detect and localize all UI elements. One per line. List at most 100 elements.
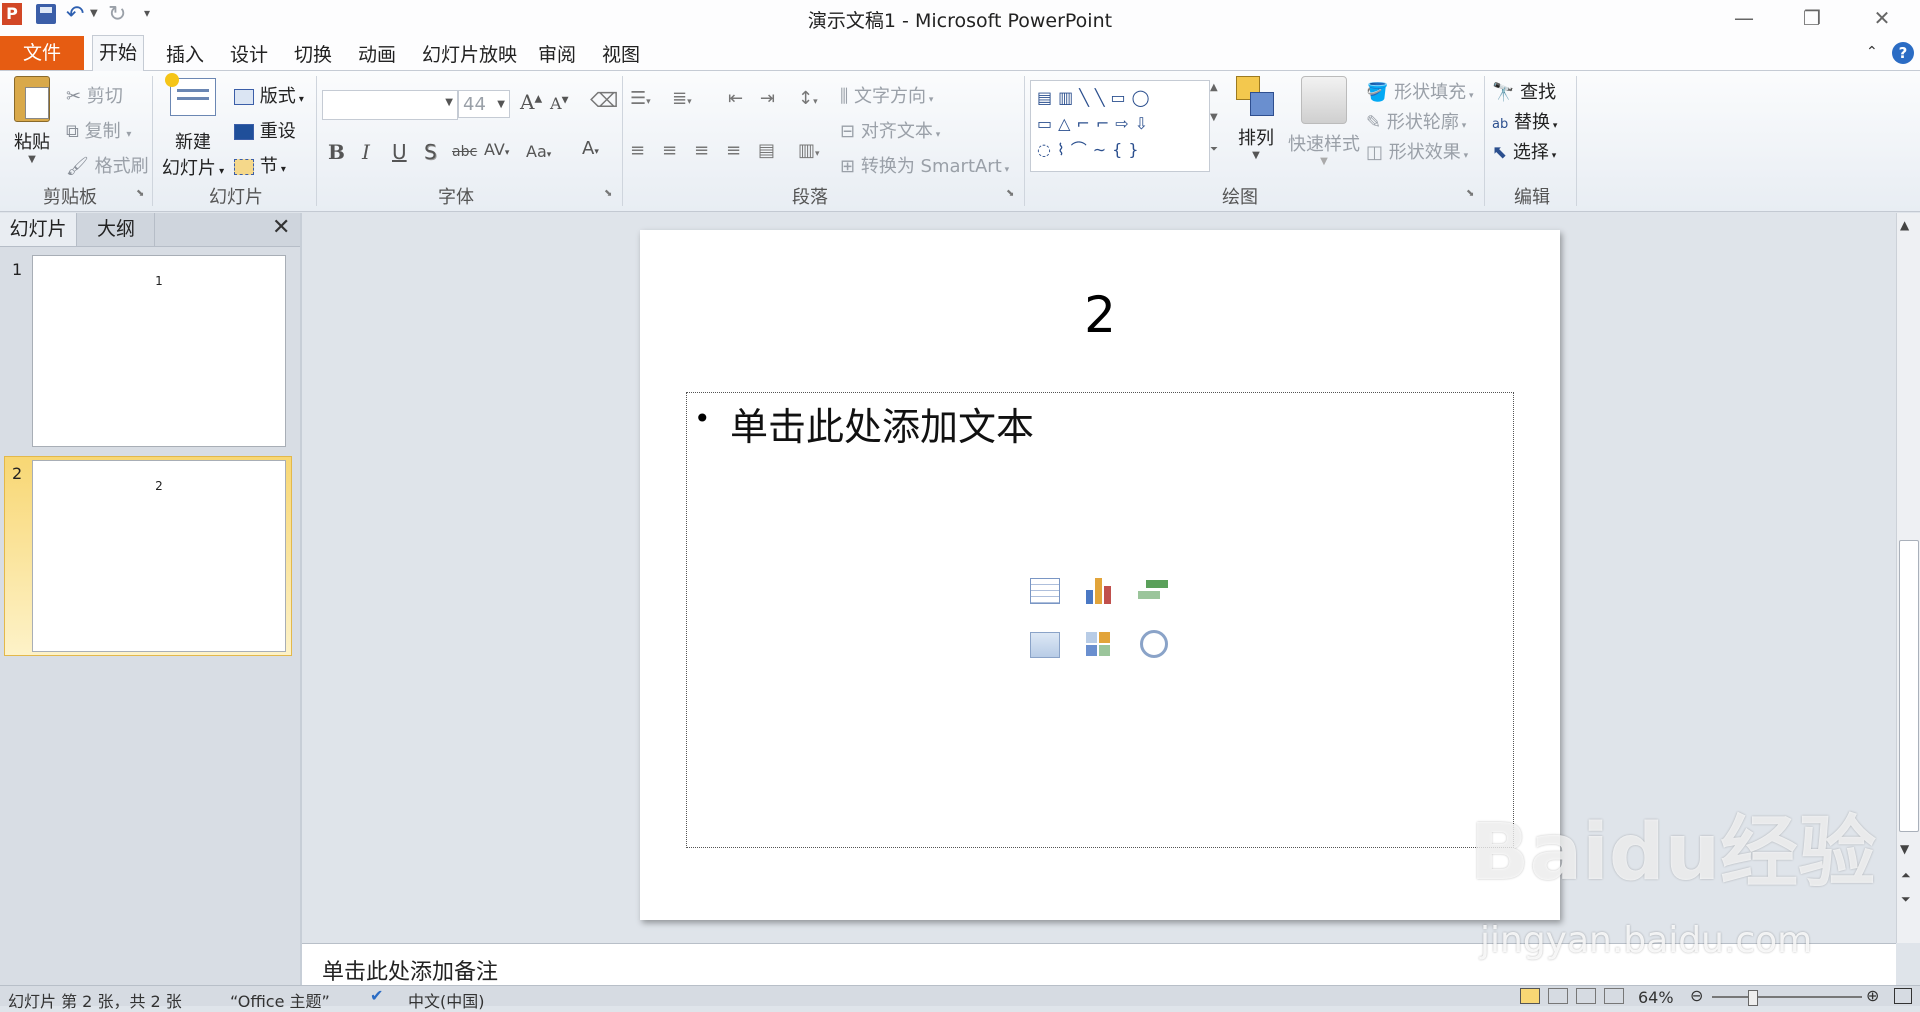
font-name-select[interactable]: ▼: [322, 90, 458, 120]
clear-format-icon[interactable]: ⌫: [590, 88, 618, 112]
bold-icon[interactable]: B: [328, 140, 345, 164]
columns-icon[interactable]: ▥▾: [798, 140, 820, 161]
zoom-slider-thumb[interactable]: [1748, 990, 1758, 1006]
help-icon[interactable]: ?: [1892, 42, 1914, 64]
arrange-label: 排列: [1238, 128, 1274, 149]
close-pane-icon[interactable]: ✕: [272, 215, 290, 240]
body-placeholder-text[interactable]: 单击此处添加文本: [730, 396, 1034, 451]
underline-icon[interactable]: U: [392, 140, 407, 164]
tab-outline[interactable]: 大纲: [78, 213, 155, 246]
paragraph-launcher-icon[interactable]: ⬊: [1006, 188, 1014, 199]
tab-slides[interactable]: 幻灯片: [0, 213, 77, 246]
quick-styles-button[interactable]: 快速样式 ▼: [1286, 76, 1362, 167]
numbering-icon[interactable]: ≣▾: [672, 88, 692, 109]
justify-icon[interactable]: ≡: [726, 140, 741, 161]
font-size-value: 44: [463, 94, 486, 115]
italic-icon[interactable]: I: [362, 140, 370, 164]
align-center-icon[interactable]: ≡: [662, 140, 677, 161]
convert-smartart-button[interactable]: ⊞ 转换为 SmartArt ▾: [840, 152, 1009, 178]
scroll-down-icon[interactable]: ▼: [1900, 842, 1909, 856]
strikethrough-icon[interactable]: abc: [452, 144, 477, 160]
shape-effects-button[interactable]: ◫ 形状效果 ▾: [1366, 138, 1468, 164]
previous-slide-icon[interactable]: ⏶: [1901, 868, 1911, 883]
insert-chart-icon[interactable]: [1084, 576, 1114, 604]
slideshow-view-icon[interactable]: [1604, 988, 1624, 1004]
shrink-font-icon[interactable]: A▼: [550, 94, 568, 113]
tab-home[interactable]: 开始: [92, 35, 145, 72]
tab-slideshow[interactable]: 幻灯片放映: [416, 40, 523, 70]
spell-check-icon[interactable]: ✔: [370, 986, 383, 1005]
slide-sorter-icon[interactable]: [1548, 988, 1568, 1004]
cut-button[interactable]: ✂ 剪切: [66, 82, 123, 108]
char-spacing-icon[interactable]: AV▾: [484, 140, 509, 159]
fit-to-window-icon[interactable]: [1894, 988, 1912, 1004]
shadow-icon[interactable]: S: [424, 140, 437, 164]
tab-insert[interactable]: 插入: [160, 40, 210, 70]
new-slide-button[interactable]: 新建 幻灯片 ▾: [158, 73, 228, 180]
align-left-icon[interactable]: ≡: [630, 140, 645, 161]
arrange-button[interactable]: 排列 ▼: [1228, 76, 1284, 161]
distribute-icon[interactable]: ▤: [758, 140, 775, 161]
font-launcher-icon[interactable]: ⬊: [604, 188, 612, 199]
reading-view-icon[interactable]: [1576, 988, 1596, 1004]
font-size-select[interactable]: 44 ▼: [458, 90, 510, 118]
tab-design[interactable]: 设计: [224, 40, 274, 70]
slide-thumbnail-2[interactable]: 2: [32, 460, 286, 652]
insert-clipart-icon[interactable]: [1086, 632, 1112, 658]
shapes-scroll-down-icon[interactable]: ▼: [1210, 112, 1218, 123]
layout-button[interactable]: 版式 ▾: [234, 82, 304, 108]
increase-indent-icon[interactable]: ⇥: [760, 88, 775, 109]
grow-font-icon[interactable]: A▲: [520, 90, 542, 114]
insert-picture-icon[interactable]: [1030, 632, 1060, 658]
shapes-scroll-up-icon[interactable]: ▲: [1210, 82, 1218, 93]
shape-outline-button[interactable]: ✎ 形状轮廓 ▾: [1366, 108, 1466, 134]
drawing-launcher-icon[interactable]: ⬊: [1466, 188, 1474, 199]
select-button[interactable]: ⬉ 选择 ▾: [1492, 138, 1556, 164]
body-placeholder[interactable]: [686, 392, 1514, 848]
shape-fill-button[interactable]: 🪣 形状填充 ▾: [1366, 78, 1474, 104]
insert-table-icon[interactable]: [1030, 578, 1060, 604]
text-direction-button[interactable]: ⫼ 文字方向 ▾: [840, 82, 933, 108]
insert-media-icon[interactable]: [1140, 630, 1168, 658]
status-language[interactable]: 中文(中国): [408, 988, 485, 1012]
minimize-ribbon-icon[interactable]: ⌃: [1866, 44, 1878, 60]
tab-animations[interactable]: 动画: [352, 40, 402, 70]
restore-button[interactable]: ❐: [1782, 2, 1842, 34]
scroll-up-icon[interactable]: ▲: [1900, 218, 1909, 232]
section-button[interactable]: 节 ▾: [234, 152, 286, 178]
decrease-indent-icon[interactable]: ⇤: [728, 88, 743, 109]
copy-button[interactable]: ⧉ 复制 ▾: [66, 117, 131, 143]
slide-title[interactable]: 2: [640, 286, 1560, 344]
paste-button[interactable]: 粘贴 ▼: [8, 76, 56, 176]
scroll-thumb[interactable]: [1899, 540, 1919, 832]
bullets-icon[interactable]: ☰▾: [630, 88, 651, 109]
change-case-icon[interactable]: Aa▾: [526, 142, 551, 161]
status-theme[interactable]: “Office 主题”: [230, 988, 330, 1012]
slide-thumbnail-1[interactable]: 1: [32, 255, 286, 447]
status-zoom[interactable]: 64%: [1638, 988, 1674, 1007]
reset-button[interactable]: 重设: [234, 117, 296, 143]
next-slide-icon[interactable]: ⏷: [1901, 892, 1911, 907]
clipboard-launcher-icon[interactable]: ⬊: [136, 188, 144, 199]
close-button[interactable]: ✕: [1852, 2, 1912, 34]
align-text-button[interactable]: ⊟ 对齐文本 ▾: [840, 117, 940, 143]
line-spacing-icon[interactable]: ↕▾: [798, 88, 818, 109]
normal-view-icon[interactable]: [1520, 988, 1540, 1004]
find-button[interactable]: 🔭 查找: [1492, 78, 1556, 104]
zoom-out-icon[interactable]: ⊖: [1690, 986, 1703, 1005]
zoom-in-icon[interactable]: ⊕: [1866, 986, 1879, 1005]
tab-view[interactable]: 视图: [596, 40, 646, 70]
font-color-icon[interactable]: A▾: [582, 138, 599, 159]
format-painter-button[interactable]: 🖌 格式刷: [66, 152, 149, 178]
shapes-more-icon[interactable]: ⏷: [1210, 144, 1218, 155]
notes-placeholder[interactable]: 单击此处添加备注: [322, 954, 498, 986]
tab-transitions[interactable]: 切换: [288, 40, 338, 70]
insert-smartart-icon[interactable]: [1138, 580, 1168, 604]
shapes-gallery[interactable]: ▤▥╲╲▭◯ ▭△⌐⌐⇨⇩ ◌⌇⌒∼{}: [1030, 80, 1210, 172]
align-right-icon[interactable]: ≡: [694, 140, 709, 161]
replace-button[interactable]: ab 替换 ▾: [1492, 108, 1557, 134]
zoom-slider[interactable]: [1712, 996, 1862, 998]
tab-file[interactable]: 文件: [0, 36, 84, 70]
minimize-button[interactable]: —: [1714, 2, 1774, 34]
tab-review[interactable]: 审阅: [532, 40, 582, 70]
